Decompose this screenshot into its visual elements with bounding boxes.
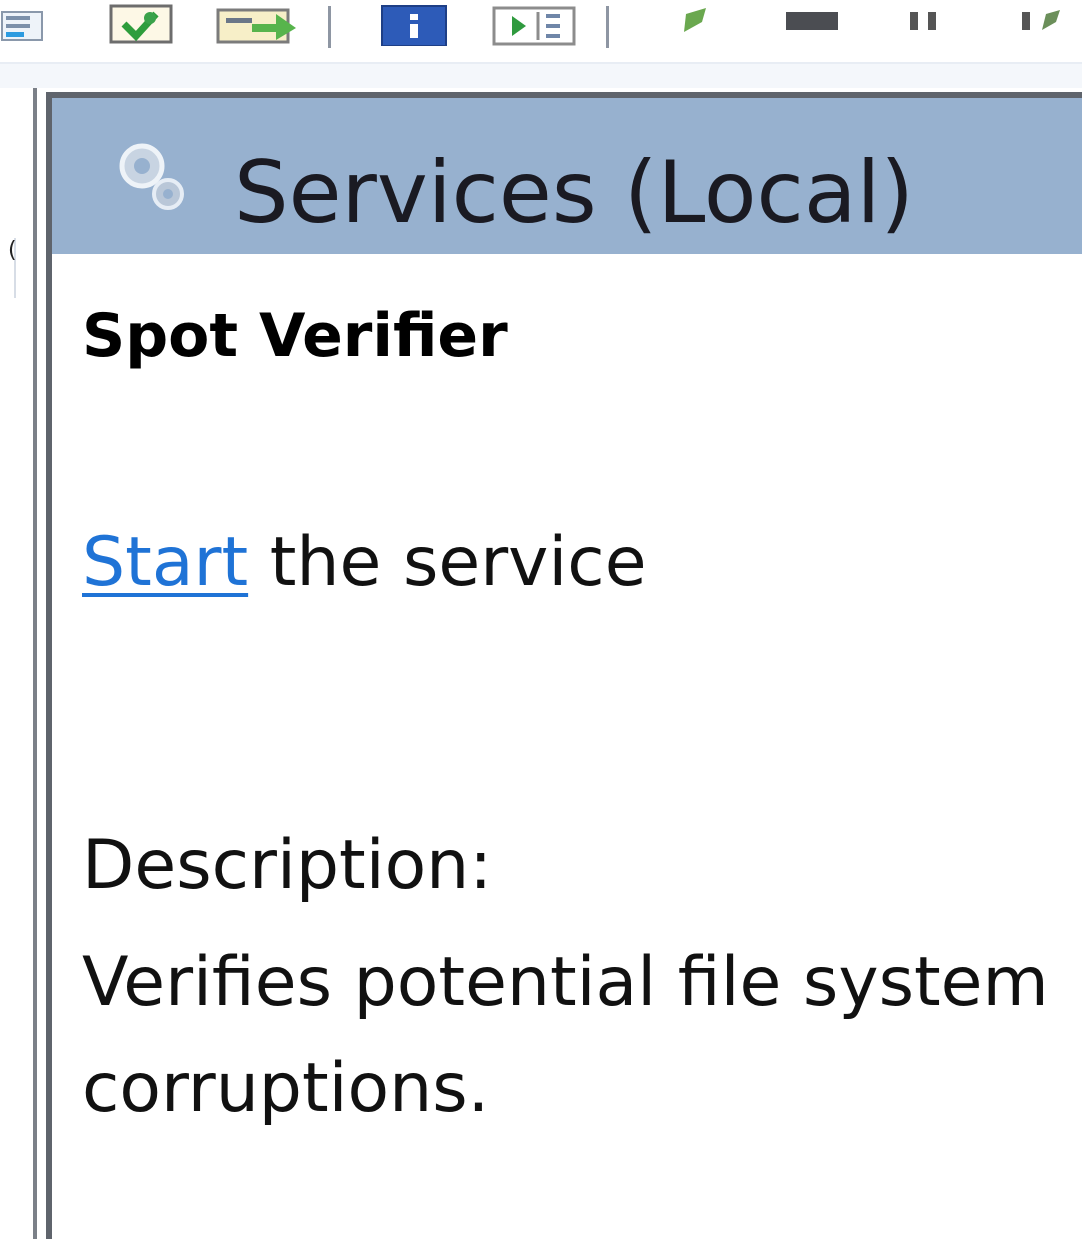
stop-icon[interactable]: [784, 6, 840, 36]
service-name: Spot Verifier: [82, 301, 508, 371]
toolbar-spacer: [0, 64, 1082, 88]
tree-pane-icon[interactable]: [0, 6, 52, 46]
start-service-link[interactable]: Start: [82, 523, 248, 602]
connect-icon[interactable]: [216, 4, 302, 46]
description-text: Verifies potential file system corruptio…: [82, 943, 1049, 1128]
tree-pane-edge: (: [8, 238, 17, 298]
export-icon[interactable]: [108, 2, 174, 46]
panel-header: Services (Local): [52, 98, 1082, 254]
toolbar-separator: [328, 6, 331, 48]
extended-view-panel: Services (Local) Spot Verifier Start the…: [52, 92, 1082, 1239]
services-window: ( Services (Local) Spot Verifier Start t…: [0, 0, 1082, 1239]
page-title: Services (Local): [234, 143, 914, 243]
toolbar-separator: [606, 6, 609, 48]
help-icon[interactable]: [380, 4, 448, 47]
edit-icon[interactable]: [676, 4, 716, 40]
description-label: Description:: [82, 826, 493, 905]
pause-icon[interactable]: [906, 6, 954, 36]
service-action: Start the service: [82, 521, 647, 605]
pane-splitter[interactable]: [33, 88, 37, 1239]
play-icon[interactable]: [492, 4, 578, 46]
start-service-suffix: the service: [248, 523, 647, 602]
tree-pane[interactable]: (: [0, 88, 30, 1239]
restart-icon[interactable]: [1018, 6, 1078, 36]
gears-icon: [112, 136, 192, 216]
toolbar: [0, 0, 1082, 64]
